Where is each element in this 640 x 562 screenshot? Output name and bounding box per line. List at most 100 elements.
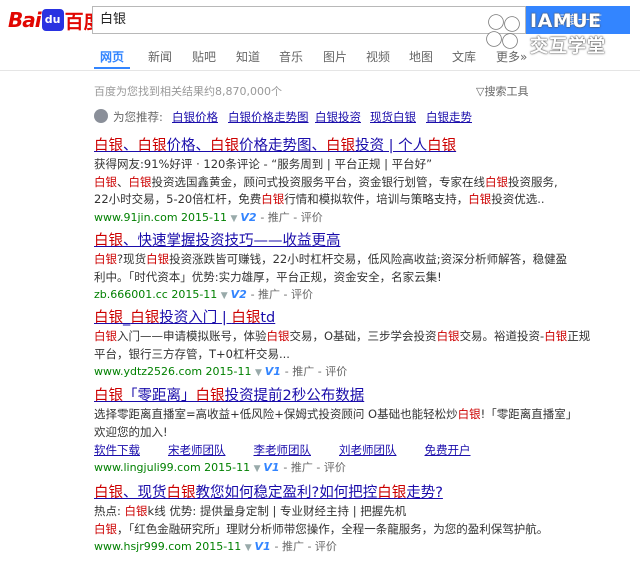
result-url[interactable]: www.ydtz2526.com 2015-11	[94, 365, 255, 378]
result-title-text: 、现货	[123, 485, 167, 501]
keyword-highlight: 白银	[137, 138, 167, 154]
snippet-text: k线 优势: 提供量身定制 | 专业财经主持 | 把握先机	[147, 504, 407, 518]
promo-evaluate-links[interactable]: - 推广 - 评价	[275, 540, 337, 553]
result-snippet-line: 白银，「红色金融研究所」理财分析师带您操作，全程一条龍服务，为您的盈利保驾护航。	[94, 521, 548, 539]
keyword-highlight: 白银	[261, 192, 285, 206]
watermark-text-iamue: IAMUE	[530, 10, 602, 32]
verified-badge-icon[interactable]: V1	[265, 365, 285, 378]
tab-web[interactable]: 网页	[100, 48, 124, 65]
dropdown-arrow-icon[interactable]: ▼	[255, 368, 265, 378]
search-input[interactable]: 白银	[92, 6, 526, 34]
keyword-highlight: 白银	[427, 138, 457, 154]
result-title-text: 价格、	[166, 138, 211, 154]
result-url[interactable]: www.lingjuli99.com 2015-11	[94, 461, 254, 474]
verified-badge-icon[interactable]: V2	[240, 211, 260, 224]
tab-tieba[interactable]: 贴吧	[192, 48, 216, 65]
result-title-link[interactable]: 白银、白银价格、白银价格走势图、白银投资 | 个人白银	[94, 137, 534, 156]
keyword-highlight: 白银	[124, 504, 148, 518]
result-snippet-line: 欢迎您的加入!	[94, 424, 534, 442]
tab-map[interactable]: 地图	[409, 48, 433, 65]
tab-music[interactable]: 音乐	[279, 48, 303, 65]
result-meta: www.91jin.com 2015-11 ▼ V2 - 推广 - 评价	[94, 209, 534, 228]
snippet-text: 欢迎您的加入!	[94, 424, 168, 439]
result-sublink[interactable]: 宋老师团队	[168, 443, 226, 457]
keyword-highlight: 白银	[94, 485, 123, 501]
snippet-text: !「零距离直播室」	[480, 407, 578, 421]
snippet-text: 22小时交易，5-20倍杠杆，免费	[94, 192, 262, 206]
snippet-text: ?现货	[117, 252, 147, 266]
snippet-text: 入门——申请模拟账号，体验	[117, 329, 267, 343]
paw-icon: du	[41, 9, 64, 31]
snippet-text: ，「红色金融研究所」理财分析师带您操作，全程一条龍服务，为您的盈利保驾护航。	[117, 521, 549, 536]
keyword-highlight: 白银	[94, 521, 117, 536]
promo-evaluate-links[interactable]: - 推广 - 评价	[251, 288, 313, 301]
recommend-item[interactable]: 白银走势	[426, 109, 472, 125]
result-sublinks: 软件下载 宋老师团队 李老师团队 刘老师团队 免费开户	[94, 441, 534, 459]
recommend-bar: 为您推荐: 白银价格 白银价格走势图 白银投资 现货白银 白银走势	[94, 108, 634, 126]
dropdown-arrow-icon[interactable]: ▼	[231, 214, 241, 224]
logo-text-bai: Bai	[8, 8, 42, 32]
keyword-highlight: 白银	[128, 174, 152, 189]
result-snippet-line: 利中。「时代资本」优势:实力雄厚，平台正规，资金安全，名家云集!	[94, 269, 534, 287]
keyword-highlight: 白银	[94, 174, 117, 189]
result-title-link[interactable]: 白银、现货白银教您如何稳定盈利?如何把控白银走势?	[94, 484, 534, 503]
result-sublink[interactable]: 免费开户	[425, 443, 471, 457]
verified-badge-icon[interactable]: V1	[255, 540, 275, 553]
keyword-highlight: 白银	[94, 233, 123, 249]
tab-images[interactable]: 图片	[323, 48, 347, 65]
result-snippet-line: 白银、白银投资选国鑫黄金，顾问式投资服务平台，资金银行划管，专家在线白银投资服务…	[94, 174, 558, 192]
result-url[interactable]: www.91jin.com 2015-11	[94, 211, 231, 224]
promo-evaluate-links[interactable]: - 推广 - 评价	[285, 365, 347, 378]
result-title-text: 投资 | 个人	[355, 138, 428, 154]
result-title-link[interactable]: 白银「零距离」白银投资提前2秒公布数据	[94, 387, 534, 406]
verified-badge-icon[interactable]: V1	[263, 461, 283, 474]
result-url[interactable]: www.hsjr999.com 2015-11	[94, 540, 245, 553]
keyword-highlight: 白银	[94, 329, 117, 343]
promo-evaluate-links[interactable]: - 推广 - 评价	[260, 211, 322, 224]
result-title-text: 教您如何稳定盈利?如何把控	[195, 485, 378, 501]
result-url[interactable]: zb.666001.cc 2015-11	[94, 288, 221, 301]
active-tab-indicator	[94, 67, 130, 69]
snippet-text: 选择零距离直播室=高收益+低风险+保姆式投资顾问 O基础也能轻松炒	[94, 407, 458, 421]
search-tools-button[interactable]: ▽搜索工具	[476, 83, 528, 99]
recommend-item[interactable]: 现货白银	[370, 109, 416, 125]
dropdown-arrow-icon[interactable]: ▼	[221, 291, 231, 301]
snippet-text: 交易。裕道投资-	[459, 329, 545, 343]
result-title-text: 价格走势图、	[239, 138, 326, 154]
snippet-text: 平台，银行三方存管，T+0杠杆交易...	[94, 346, 290, 361]
promo-evaluate-links[interactable]: - 推广 - 评价	[283, 461, 345, 474]
snippet-text: 、	[117, 174, 129, 189]
result-snippet-line: 白银?现货白银投资涨跌皆可赚钱，22小时杠杆交易，低风险高收益;资深分析师解答，…	[94, 251, 567, 269]
result-meta: zb.666001.cc 2015-11 ▼ V2 - 推广 - 评价	[94, 286, 534, 305]
baidu-logo[interactable]: Bai du 百度	[8, 6, 103, 34]
snippet-text: 交易，O基础，三步学会投资	[289, 329, 437, 343]
result-sublink[interactable]: 李老师团队	[254, 443, 312, 457]
tab-more[interactable]: 更多»	[496, 48, 527, 65]
search-result: 白银、白银价格、白银价格走势图、白银投资 | 个人白银 获得网友:91%好评 · …	[94, 137, 558, 228]
tab-video[interactable]: 视频	[366, 48, 390, 65]
result-sublink[interactable]: 刘老师团队	[339, 443, 397, 457]
recommend-item[interactable]: 白银价格	[172, 109, 218, 125]
recommend-item[interactable]: 白银投资	[315, 109, 361, 125]
tab-zhidao[interactable]: 知道	[236, 48, 260, 65]
result-sublink[interactable]: 软件下载	[94, 443, 140, 457]
keyword-highlight: 白银	[468, 192, 492, 206]
result-title-link[interactable]: 白银_白银投资入门 | 白银td	[94, 309, 534, 328]
result-snippet-line: 22小时交易，5-20倍杠杆，免费白银行情和模拟软件，培训与策略支持，白银投资优…	[94, 191, 545, 209]
result-count: 百度为您找到相关结果约8,870,000个	[94, 85, 282, 98]
result-snippet-line: 热点: 白银k线 优势: 提供量身定制 | 专业财经主持 | 把握先机	[94, 503, 534, 521]
keyword-highlight: 白银	[94, 138, 123, 154]
tab-news[interactable]: 新闻	[148, 48, 172, 65]
result-title-link[interactable]: 白银、快速掌握投资技巧——收益更高	[94, 232, 534, 251]
result-meta: www.ydtz2526.com 2015-11 ▼ V1 - 推广 - 评价	[94, 363, 534, 382]
dropdown-arrow-icon[interactable]: ▼	[245, 543, 255, 553]
keyword-highlight: 白银	[94, 388, 123, 404]
verified-badge-icon[interactable]: V2	[231, 288, 251, 301]
tab-wenku[interactable]: 文库	[452, 48, 476, 65]
keyword-highlight: 白银	[166, 485, 196, 501]
keyword-highlight: 白银	[146, 252, 170, 266]
recommend-item[interactable]: 白银价格走势图	[228, 109, 309, 125]
dropdown-arrow-icon[interactable]: ▼	[254, 464, 264, 474]
result-title-text: 、	[123, 138, 138, 154]
result-meta: www.hsjr999.com 2015-11 ▼ V1 - 推广 - 评价	[94, 538, 534, 557]
